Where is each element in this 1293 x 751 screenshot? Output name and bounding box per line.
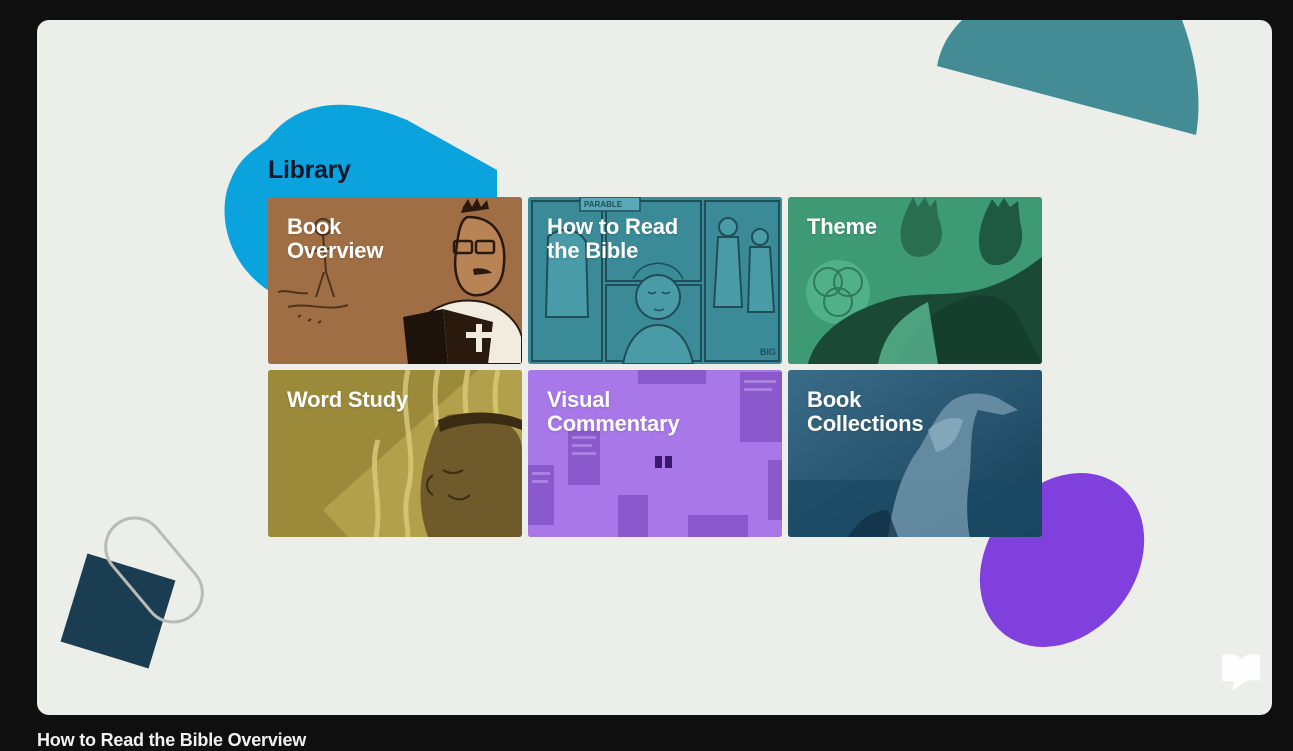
- tile-book-collections[interactable]: Book Collections: [788, 370, 1042, 537]
- tile-how-to-read-the-bible[interactable]: PARABLE BIG How to Read the Bible: [528, 197, 782, 364]
- tile-label: Book Collections: [807, 387, 924, 436]
- tile-label: Book Overview: [287, 214, 384, 263]
- svg-text:BIG: BIG: [760, 347, 776, 357]
- teal-half-circle-shape: [937, 20, 1199, 135]
- video-title[interactable]: How to Read the Bible Overview: [37, 730, 306, 751]
- tile-visual-commentary[interactable]: Visual Commentary: [528, 370, 782, 537]
- tile-label: Word Study: [287, 387, 409, 412]
- tile-theme[interactable]: Theme: [788, 197, 1042, 364]
- svg-text:PARABLE: PARABLE: [584, 200, 623, 209]
- video-player[interactable]: Library Book Overview PARABLE BIG How to…: [37, 20, 1272, 715]
- library-heading: Library: [268, 156, 351, 184]
- tile-label: Theme: [807, 214, 877, 239]
- tile-word-study[interactable]: Word Study: [268, 370, 522, 537]
- tile-book-overview[interactable]: Book Overview: [268, 197, 522, 364]
- tile-label: How to Read the Bible: [547, 214, 679, 263]
- tile-label: Visual Commentary: [547, 387, 680, 436]
- outline-pill-shape: [104, 516, 204, 624]
- open-book-logo-icon: [1222, 654, 1260, 691]
